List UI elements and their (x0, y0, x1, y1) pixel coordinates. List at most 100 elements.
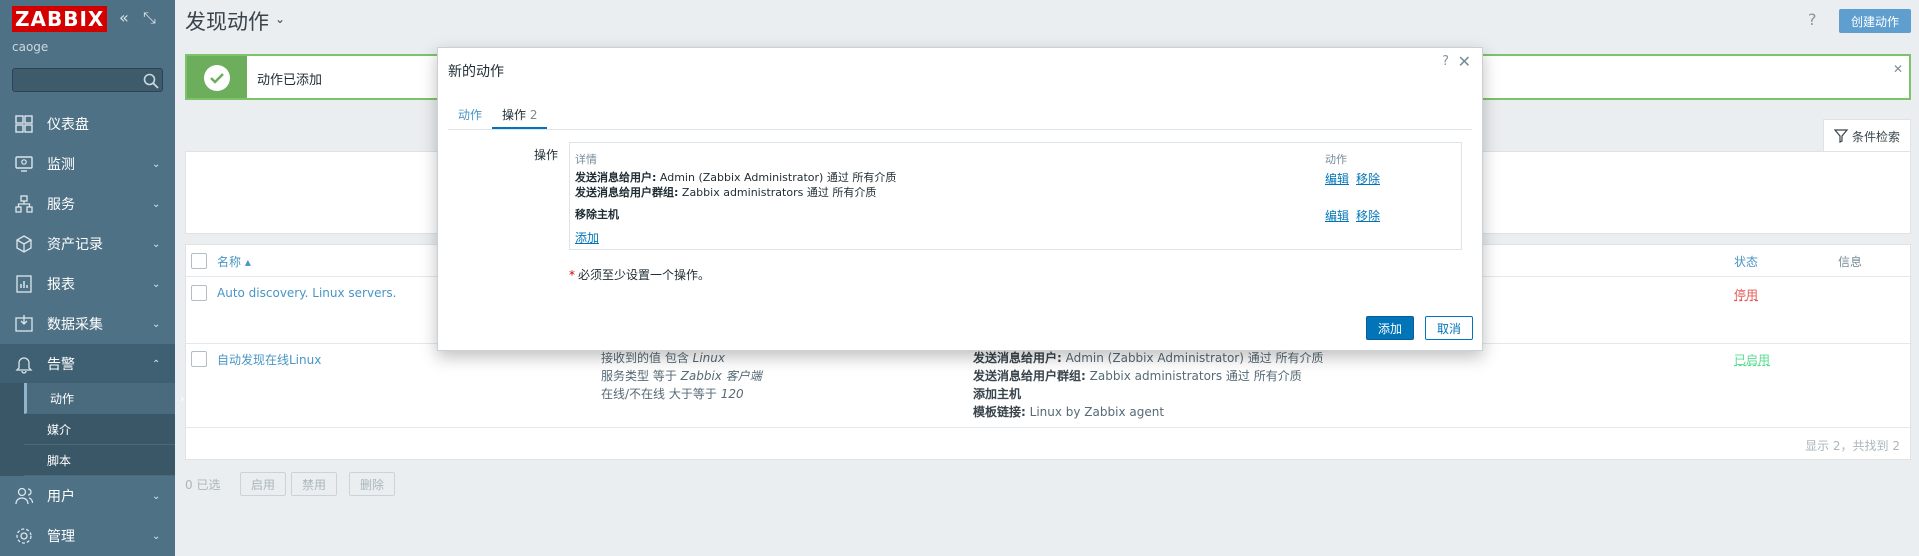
filter-label: 条件检索 (1851, 129, 1900, 144)
submenu-label: 媒介 (47, 422, 72, 437)
cancel-button[interactable]: 取消 (1425, 316, 1473, 340)
condition-value: 120 (720, 387, 744, 401)
column-header-action: 动作 (1325, 153, 1347, 166)
submenu-item-scripts[interactable]: 脚本 (24, 445, 175, 476)
close-icon[interactable]: ✕ (1893, 62, 1903, 76)
delete-button[interactable]: 删除 (349, 472, 396, 496)
operation-type: 发送消息给用户: (575, 171, 657, 184)
action-name-link[interactable]: Auto discovery. Linux servers. (217, 286, 396, 300)
chevron-down-icon: ⌄ (152, 490, 161, 502)
operation-line: 添加主机 (973, 385, 1324, 403)
help-icon[interactable]: ? (1442, 54, 1449, 69)
menu-label: 仪表盘 (47, 117, 89, 133)
condition-line: 服务类型 等于 Zabbix 客户端 (601, 367, 762, 385)
menu-item-alerts[interactable]: 告警 ⌃ (0, 344, 175, 384)
status-badge[interactable]: 已启用 (1734, 351, 1770, 368)
tab-action[interactable]: 动作 (458, 106, 482, 123)
filter-tab[interactable]: 条件检索 (1823, 119, 1911, 152)
menu-item-reports[interactable]: 报表 ⌄ (0, 264, 175, 304)
close-icon[interactable]: ✕ (1458, 52, 1471, 71)
condition-line: 接收到的值 包含 Linux (601, 349, 762, 367)
operations-cell: 发送消息给用户: Admin (Zabbix Administrator) 通过… (973, 349, 1324, 421)
edit-operation-link[interactable]: 编辑 (1325, 170, 1349, 187)
row-checkbox[interactable] (191, 351, 207, 367)
tab-operations[interactable]: 操作 2 (502, 106, 537, 123)
operation-line: 发送消息给用户群组: Zabbix administrators 通过 所有介质 (575, 185, 896, 200)
column-header-details: 详情 (575, 153, 597, 166)
menu-label: 资产记录 (47, 237, 103, 253)
chevron-down-icon: ⌄ (152, 318, 161, 330)
menu-label: 用户 (47, 489, 75, 505)
action-name-link[interactable]: 自动发现在线Linux (217, 351, 321, 368)
inventory-cube-icon (16, 235, 32, 253)
operation-line: 发送消息给用户: Admin (Zabbix Administrator) 通过… (575, 170, 896, 185)
submenu-label: 动作 (50, 391, 75, 406)
create-action-button[interactable]: 创建动作 (1839, 9, 1911, 33)
search-input[interactable] (12, 68, 163, 92)
chevron-down-icon: ⌄ (152, 530, 161, 542)
menu-item-services[interactable]: 服务 ⌄ (0, 184, 175, 224)
disable-button[interactable]: 禁用 (291, 472, 338, 496)
column-header-info: 信息 (1838, 255, 1863, 269)
menu-item-inventory[interactable]: 资产记录 ⌄ (0, 224, 175, 264)
operation-text: Linux by Zabbix agent (1025, 405, 1165, 419)
chevron-up-icon: ⌃ (152, 358, 161, 370)
column-header-status[interactable]: 状态 (1734, 253, 1758, 270)
required-note: * 必须至少设置一个操作。 (569, 266, 710, 283)
monitoring-icon (15, 156, 33, 172)
operation-line: 发送消息给用户群组: Zabbix administrators 通过 所有介质 (973, 367, 1324, 385)
menu-item-dashboard[interactable]: 仪表盘 (0, 104, 175, 144)
enable-button[interactable]: 启用 (240, 472, 287, 496)
conditions-cell: 接收到的值 包含 Linux 服务类型 等于 Zabbix 客户端 在线/不在线… (601, 349, 762, 403)
operation-text: Admin (Zabbix Administrator) 通过 所有介质 (656, 171, 897, 184)
add-button[interactable]: 添加 (1366, 316, 1414, 340)
menu-item-data-collection[interactable]: 数据采集 ⌄ (0, 304, 175, 344)
operation-type: 移除主机 (575, 208, 619, 221)
select-all-checkbox[interactable] (191, 253, 207, 269)
gear-icon (16, 528, 32, 544)
services-icon (15, 195, 33, 213)
collapse-sidebar-icon[interactable]: « (119, 9, 129, 27)
message-text: 动作已添加 (257, 73, 323, 88)
kiosk-mode-icon[interactable]: ⤡ (143, 9, 156, 27)
help-icon[interactable]: ? (1808, 10, 1817, 29)
operations-list: 详情 动作 发送消息给用户: Admin (Zabbix Administrat… (569, 142, 1462, 250)
page-title[interactable]: 发现动作 (185, 6, 269, 36)
operation-type: 发送消息给用户: (973, 351, 1062, 365)
operation-text: Zabbix administrators 通过 所有介质 (1085, 369, 1302, 383)
username: caoge (12, 40, 49, 54)
submenu-label: 脚本 (47, 453, 72, 468)
divider (186, 427, 1912, 428)
menu-item-monitoring[interactable]: 监测 ⌄ (0, 144, 175, 184)
operation-line: 发送消息给用户: Admin (Zabbix Administrator) 通过… (973, 349, 1324, 367)
remove-operation-link[interactable]: 移除 (1356, 170, 1380, 187)
column-header-label: 名称 (217, 255, 242, 269)
search-icon[interactable] (142, 72, 160, 90)
zabbix-logo[interactable]: ZABBIX (12, 6, 108, 32)
table-stats: 显示 2，共找到 2 (1805, 439, 1900, 453)
status-badge[interactable]: 停用 (1734, 286, 1758, 303)
row-checkbox[interactable] (191, 285, 207, 301)
sidebar: ZABBIX « ⤡ caoge 仪表盘 监测 ⌄ 服务 ⌄ 资产记录 ⌄ 报表… (0, 0, 184, 556)
menu-item-administration[interactable]: 管理 ⌄ (0, 516, 175, 556)
add-operation-link[interactable]: 添加 (575, 229, 599, 246)
operation-line: 模板链接: Linux by Zabbix agent (973, 403, 1324, 421)
remove-operation-link[interactable]: 移除 (1356, 207, 1380, 224)
operation-details: 发送消息给用户: Admin (Zabbix Administrator) 通过… (575, 170, 896, 200)
menu-label: 管理 (47, 529, 75, 545)
condition-text: 接收到的值 包含 (601, 351, 693, 365)
chevron-down-icon[interactable]: ⌄ (275, 12, 285, 26)
submenu-item-media[interactable]: 媒介 (24, 414, 175, 445)
submenu-item-actions[interactable]: 动作 › (24, 383, 184, 414)
column-header-name[interactable]: 名称 ▴ (217, 253, 251, 270)
chevron-down-icon: ⌄ (152, 278, 161, 290)
divider (448, 129, 1472, 130)
new-action-dialog: 新的动作 ? ✕ 动作 操作 2 操作 详情 动作 发送消息给用户: Admin… (437, 47, 1483, 351)
data-collection-icon (15, 315, 33, 332)
edit-operation-link[interactable]: 编辑 (1325, 207, 1349, 224)
dialog-title: 新的动作 (448, 64, 504, 80)
condition-value: Linux (692, 351, 725, 365)
filter-icon (1833, 129, 1848, 143)
menu-label: 服务 (47, 197, 75, 213)
menu-item-users[interactable]: 用户 ⌄ (0, 476, 175, 516)
